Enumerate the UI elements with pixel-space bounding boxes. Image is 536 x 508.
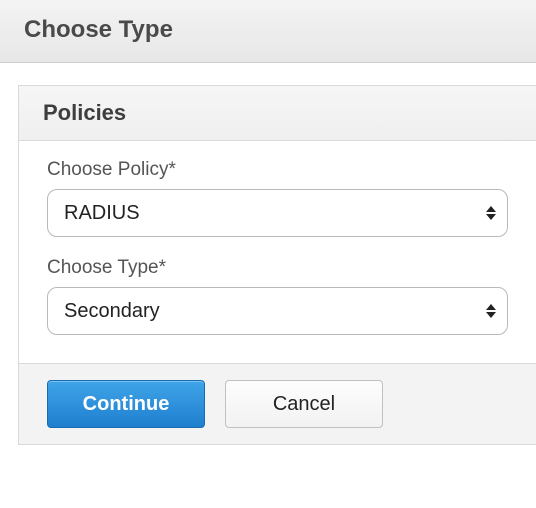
choose-policy-label: Choose Policy*	[47, 159, 508, 181]
choose-type-label: Choose Type*	[47, 257, 508, 279]
continue-button[interactable]: Continue	[47, 380, 205, 428]
cancel-button[interactable]: Cancel	[225, 380, 383, 428]
field-choose-type: Choose Type* Secondary	[47, 257, 508, 335]
updown-icon	[485, 301, 497, 321]
choose-policy-select[interactable]: RADIUS	[47, 189, 508, 237]
panel-header: Policies	[19, 86, 536, 141]
panel-title: Policies	[43, 100, 512, 126]
dialog-header: Choose Type	[0, 0, 536, 63]
choose-type-value: Secondary	[64, 300, 160, 323]
panel-body: Choose Policy* RADIUS Choose Type* Secon…	[19, 141, 536, 363]
policies-panel: Policies Choose Policy* RADIUS Choose Ty…	[18, 85, 536, 445]
field-choose-policy: Choose Policy* RADIUS	[47, 159, 508, 237]
updown-icon	[485, 203, 497, 223]
panel-container: Policies Choose Policy* RADIUS Choose Ty…	[0, 63, 536, 445]
panel-footer: Continue Cancel	[19, 363, 536, 444]
choose-policy-value: RADIUS	[64, 202, 140, 225]
dialog-title: Choose Type	[24, 16, 516, 44]
choose-type-select[interactable]: Secondary	[47, 287, 508, 335]
